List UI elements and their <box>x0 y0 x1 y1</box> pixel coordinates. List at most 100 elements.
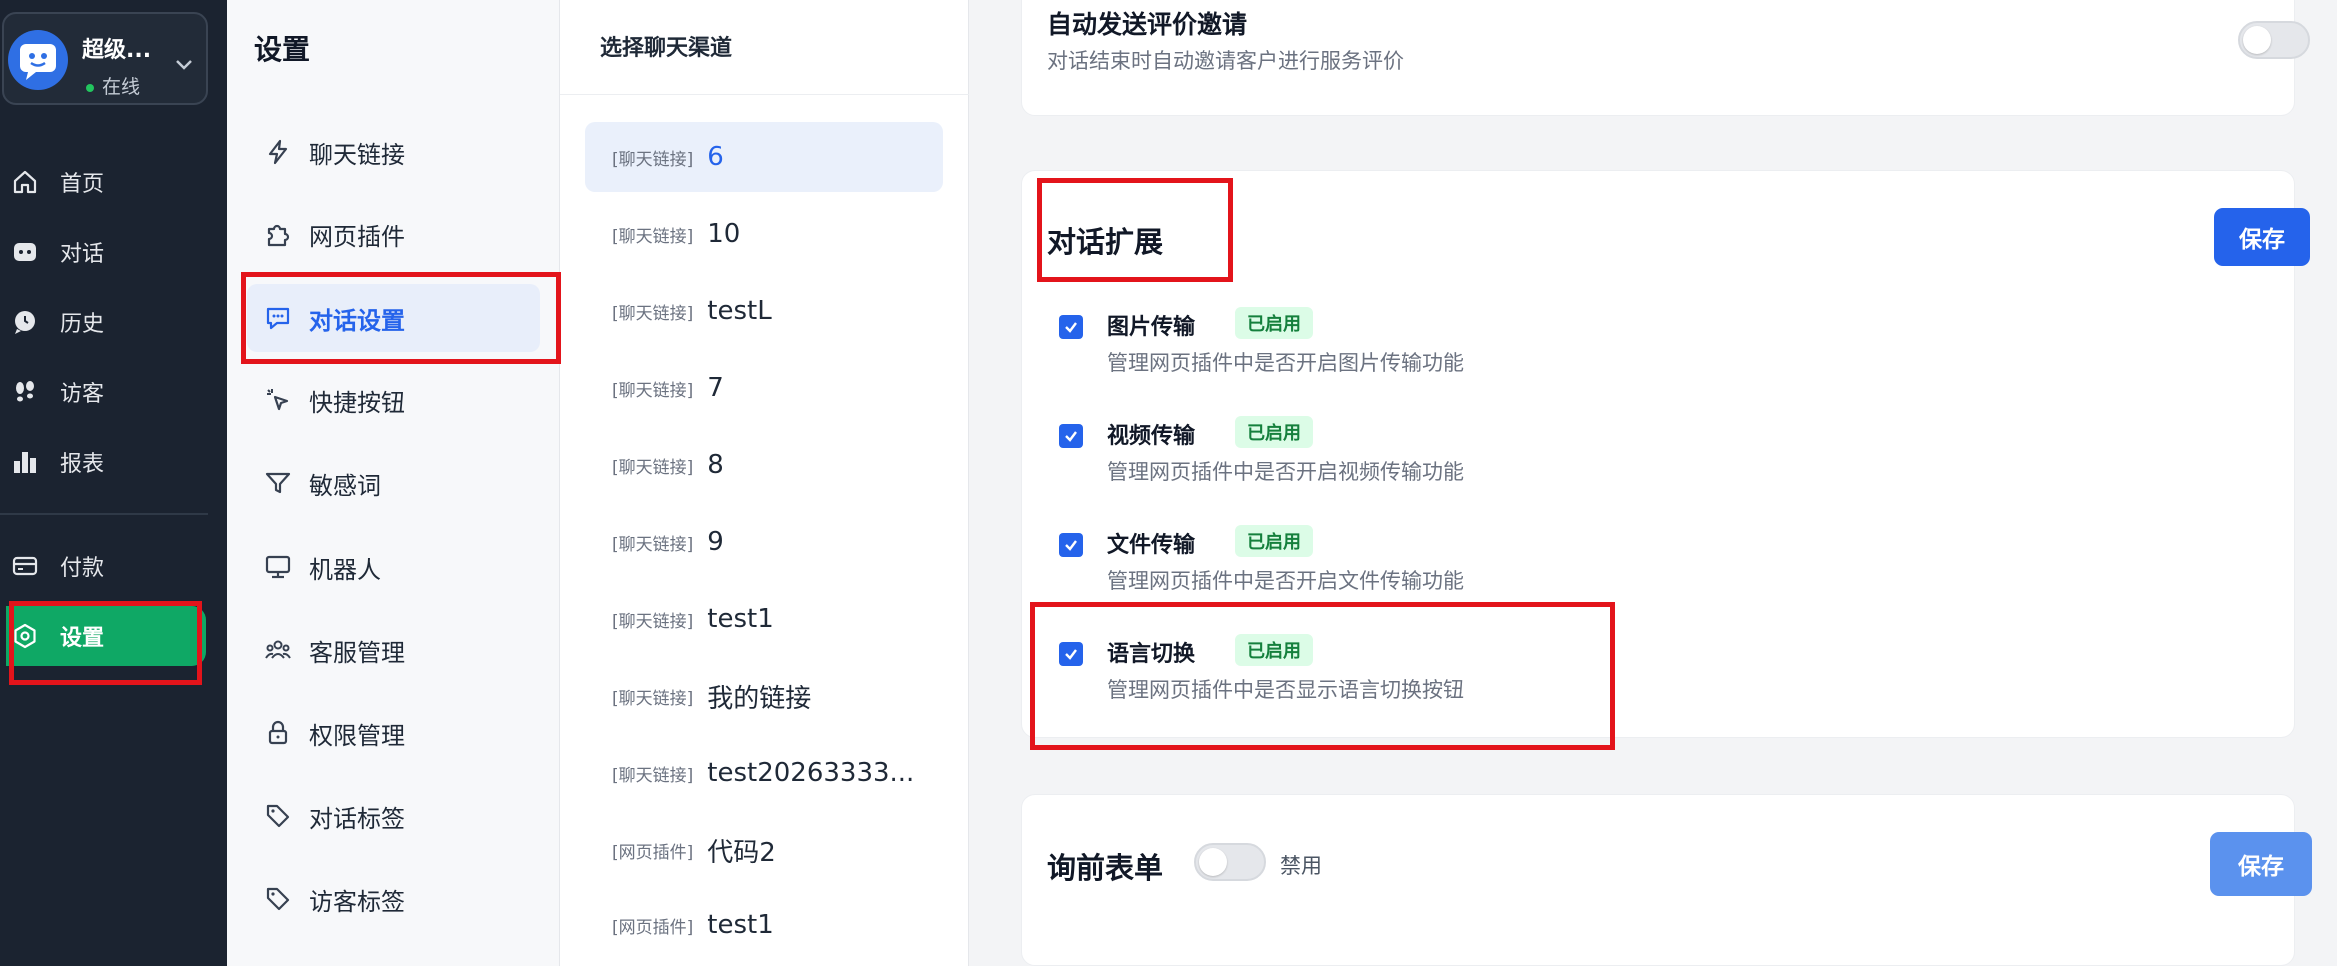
channel-type: [聊天链接] <box>612 226 694 247</box>
channel-type: [聊天链接] <box>612 611 694 632</box>
channel-item[interactable]: [聊天链接] test20263333... <box>585 738 943 808</box>
nav-label: 首页 <box>60 172 105 197</box>
channel-name: test1 <box>707 604 774 634</box>
channel-item[interactable]: [聊天链接] 8 <box>585 430 943 500</box>
option-title: 文件传输 <box>1107 533 1196 558</box>
lock-icon <box>261 716 295 750</box>
check-icon <box>1065 540 1077 551</box>
settings-item-label: 访客标签 <box>309 887 405 916</box>
channel-item[interactable]: [网页插件] test1 <box>585 890 943 960</box>
settings-item-chat-tags[interactable]: 对话标签 <box>247 782 540 850</box>
nav-item-home[interactable]: 首页 <box>0 152 206 212</box>
option-desc: 管理网页插件中是否开启文件传输功能 <box>1107 569 1464 593</box>
settings-item-quick-buttons[interactable]: 快捷按钮 <box>247 366 540 434</box>
channel-item[interactable]: [聊天链接] 9 <box>585 507 943 577</box>
settings-item-label: 对话设置 <box>309 306 405 335</box>
settings-item-chat-link[interactable]: 聊天链接 <box>247 118 540 186</box>
credit-card-icon <box>10 551 40 581</box>
settings-item-permissions[interactable]: 权限管理 <box>247 699 540 767</box>
message-settings-icon <box>261 301 295 335</box>
channel-item[interactable]: [网页插件] 代码2 <box>585 815 943 885</box>
tag-icon <box>261 799 295 833</box>
channel-item[interactable]: [聊天链接] 6 <box>585 122 943 192</box>
settings-item-visitor-tags[interactable]: 访客标签 <box>247 865 540 933</box>
bar-chart-icon <box>10 447 40 477</box>
save-button[interactable]: 保存 <box>2210 832 2312 896</box>
nav-item-chat[interactable]: 对话 <box>0 222 206 282</box>
option-title: 语言切换 <box>1107 642 1196 667</box>
puzzle-icon <box>261 217 295 251</box>
channel-item[interactable]: [聊天链接] test1 <box>585 584 943 654</box>
channel-name: 10 <box>707 219 741 249</box>
page-title: 设置 <box>254 33 311 66</box>
settings-icon <box>10 621 40 651</box>
pre-chat-form-toggle[interactable] <box>1194 843 1266 881</box>
option-title: 图片传输 <box>1107 315 1196 340</box>
auto-invite-toggle[interactable] <box>2238 21 2310 59</box>
check-icon <box>1065 322 1077 333</box>
settings-item-label: 聊天链接 <box>309 140 405 169</box>
settings-item-web-plugin[interactable]: 网页插件 <box>247 200 540 268</box>
profile-name: 超级... <box>82 38 152 63</box>
chat-extension-card: 对话扩展 保存 图片传输 已启用 管理网页插件中是否开启图片传输功能 视频传输 … <box>1021 170 2310 738</box>
option-title: 视频传输 <box>1107 424 1196 449</box>
image-transfer-checkbox[interactable] <box>1059 315 1083 339</box>
channel-type: [聊天链接] <box>612 688 694 709</box>
channel-item[interactable]: [聊天链接] 我的链接 <box>585 661 943 731</box>
check-icon <box>1065 649 1077 660</box>
nav-item-settings[interactable]: 设置 <box>6 606 206 666</box>
channel-type: [网页插件] <box>612 917 694 938</box>
settings-item-sensitive-words[interactable]: 敏感词 <box>247 449 540 517</box>
option-desc: 管理网页插件中是否开启图片传输功能 <box>1107 351 1464 375</box>
chevron-down-icon <box>176 60 192 70</box>
online-status: 在线 <box>86 72 140 99</box>
nav-item-history[interactable]: 历史 <box>0 292 206 352</box>
nav-item-visitors[interactable]: 访客 <box>0 362 206 422</box>
profile-switcher[interactable]: 超级... 在线 <box>2 12 208 105</box>
channel-type: [聊天链接] <box>612 765 694 786</box>
nav-divider <box>0 513 208 515</box>
toggle-knob <box>1199 848 1227 876</box>
settings-menu: 设置 聊天链接 网页插件 对话设置 快捷按钮 敏感词 机器人 客服管理 权限管理… <box>227 0 560 966</box>
channel-item[interactable]: [聊天链接] 10 <box>585 199 943 269</box>
video-transfer-checkbox[interactable] <box>1059 424 1083 448</box>
channel-name: 我的链接 <box>707 683 812 714</box>
nav-item-payment[interactable]: 付款 <box>0 536 206 596</box>
channel-name: testL <box>707 296 772 326</box>
status-text: 在线 <box>102 76 141 98</box>
settings-item-label: 机器人 <box>309 555 381 584</box>
channel-type: [网页插件] <box>612 842 694 863</box>
status-badge: 已启用 <box>1235 416 1313 448</box>
settings-item-label: 权限管理 <box>309 721 405 750</box>
nav-item-reports[interactable]: 报表 <box>0 432 206 492</box>
language-switch-checkbox[interactable] <box>1059 642 1083 666</box>
channel-type: [聊天链接] <box>612 149 694 170</box>
file-transfer-checkbox[interactable] <box>1059 533 1083 557</box>
auto-invite-desc: 对话结束时自动邀请客户进行服务评价 <box>1047 49 1404 73</box>
settings-item-chat-settings[interactable]: 对话设置 <box>247 284 540 352</box>
settings-item-label: 快捷按钮 <box>309 388 405 417</box>
chat-icon <box>10 237 40 267</box>
settings-item-agents[interactable]: 客服管理 <box>247 616 540 684</box>
channel-list-title: 选择聊天渠道 <box>600 36 733 61</box>
lightning-icon <box>261 135 295 169</box>
option-file-transfer: 文件传输 已启用 管理网页插件中是否开启文件传输功能 <box>1059 525 1659 605</box>
settings-content: 自动发送评价邀请 对话结束时自动邀请客户进行服务评价 对话扩展 保存 图片传输 … <box>969 0 2337 966</box>
channel-type: [聊天链接] <box>612 303 694 324</box>
nav-label: 付款 <box>60 556 105 581</box>
save-button[interactable]: 保存 <box>2214 208 2310 266</box>
settings-item-label: 客服管理 <box>309 638 405 667</box>
pre-chat-form-card: 询前表单 禁用 保存 <box>1021 794 2312 966</box>
settings-item-label: 敏感词 <box>309 471 381 500</box>
settings-item-robot[interactable]: 机器人 <box>247 533 540 601</box>
channel-name: 6 <box>707 142 724 172</box>
avatar <box>8 30 68 90</box>
status-badge: 已启用 <box>1235 634 1313 666</box>
channel-name: test1 <box>707 910 774 940</box>
users-icon <box>261 633 295 667</box>
channel-type: [聊天链接] <box>612 457 694 478</box>
nav-label: 设置 <box>60 626 105 651</box>
channel-name: 9 <box>707 527 724 557</box>
channel-item[interactable]: [聊天链接] 7 <box>585 353 943 423</box>
channel-item[interactable]: [聊天链接] testL <box>585 276 943 346</box>
